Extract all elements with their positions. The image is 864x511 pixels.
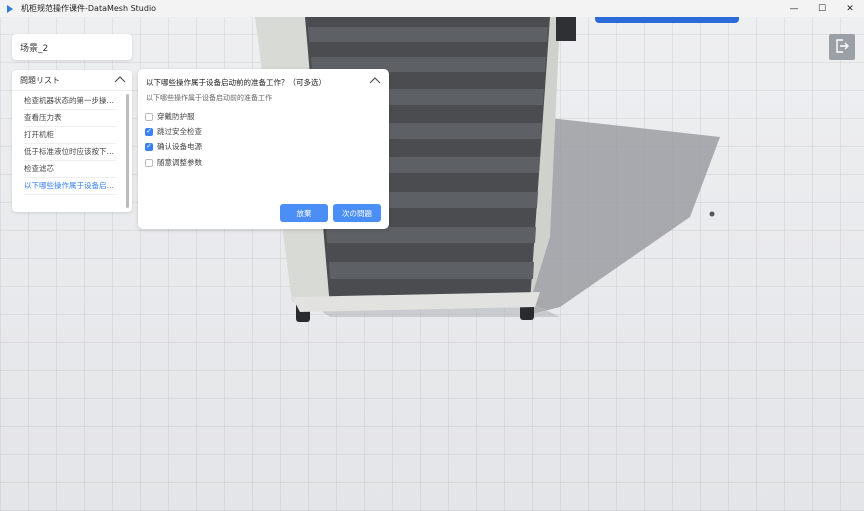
option-label: 随意调整参数	[157, 158, 202, 167]
question-title: 以下哪些操作属于设备启动前的准备工作？（可多选）	[146, 78, 326, 87]
option-label: 确认设备电源	[157, 142, 202, 151]
option-label: 穿戴防护服	[157, 112, 195, 121]
option-label: 跳过安全检查	[157, 127, 202, 136]
question-list-item-active[interactable]: 以下哪些操作属于设备启动前的准备工作？	[24, 178, 116, 195]
scene-name-field[interactable]: 场景_2	[12, 34, 132, 60]
question-list-scrollbar[interactable]	[126, 94, 129, 208]
option-checkbox[interactable]: ✓ 跳过安全检查	[145, 126, 202, 137]
window-titlebar: 机柜规范操作课件-DataMesh Studio — ☐ ✕	[0, 0, 864, 17]
question-list-header[interactable]: 問題リスト	[12, 70, 132, 91]
option-checkbox[interactable]: 穿戴防护服	[145, 111, 195, 122]
option-checkbox[interactable]: ✓ 确认设备电源	[145, 141, 202, 152]
exit-button[interactable]	[829, 34, 855, 60]
checkbox-checked[interactable]: ✓	[145, 127, 153, 136]
question-list-item[interactable]: 检查滤芯	[24, 161, 116, 178]
question-list-item[interactable]: 打开机柜	[24, 127, 116, 144]
minimize-button[interactable]: —	[780, 0, 808, 17]
exit-icon	[834, 38, 850, 57]
checkbox-unchecked[interactable]	[145, 158, 153, 167]
question-list-item[interactable]: 查看压力表	[24, 110, 116, 127]
window-title: 机柜规范操作课件-DataMesh Studio	[21, 4, 157, 13]
close-button[interactable]: ✕	[836, 0, 864, 17]
option-checkbox[interactable]: 随意调整参数	[145, 157, 202, 168]
question-list-panel: 問題リスト 检查机器状态的第一步操作是什么？ 查看压力表 打开机柜 低于标准液位…	[12, 70, 132, 212]
question-list-title: 問題リスト	[20, 75, 60, 85]
checkbox-checked[interactable]: ✓	[145, 142, 153, 151]
question-list-item[interactable]: 低于标准液位时应该按下哪个按钮？	[24, 144, 116, 161]
question-list-item[interactable]: 检查机器状态的第一步操作是什么？	[24, 93, 116, 110]
maximize-button[interactable]: ☐	[808, 0, 836, 17]
scene-name: 场景_2	[20, 43, 49, 54]
top-action-bar[interactable]	[595, 17, 739, 23]
question-subtitle: 以下哪些操作属于设备启动前的准备工作	[146, 94, 272, 102]
checkbox-unchecked[interactable]	[145, 112, 153, 121]
next-question-button[interactable]: 次の問題	[333, 204, 381, 222]
question-panel: 以下哪些操作属于设备启动前的准备工作？（可多选） 以下哪些操作属于设备启动前的准…	[138, 69, 389, 229]
app-logo-icon	[5, 4, 15, 14]
chevron-up-icon[interactable]	[114, 75, 126, 85]
chevron-up-icon[interactable]	[369, 75, 381, 87]
give-up-button[interactable]: 放棄	[280, 204, 328, 222]
